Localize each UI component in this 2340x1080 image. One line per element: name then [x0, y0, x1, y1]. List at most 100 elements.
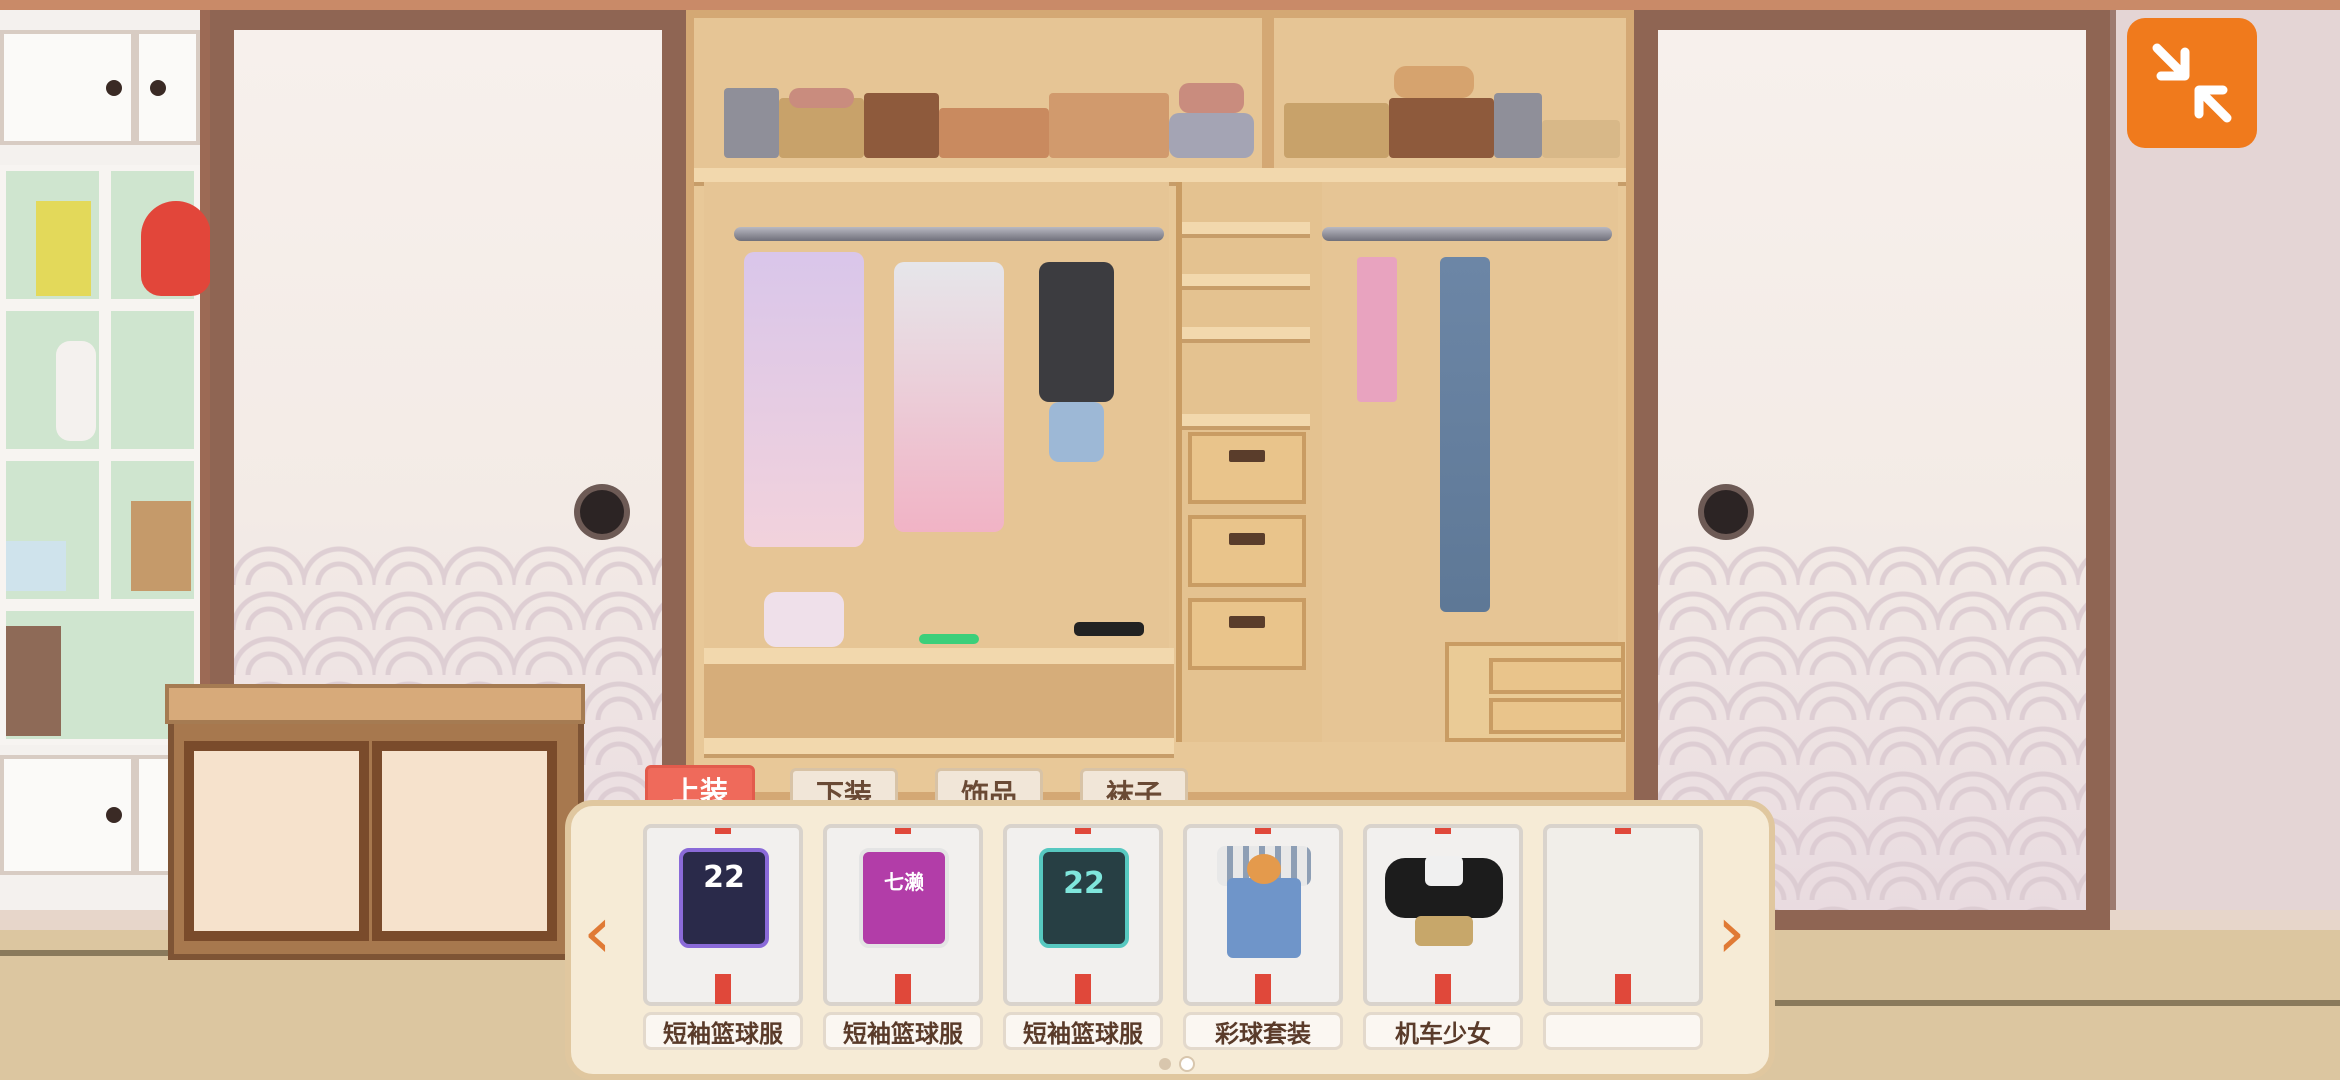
outfit-selection-panel: ‹ › 22 短袖篮球服 七濑 短袖篮球服 22 短袖篮球服 彩球套装 机车少女 [565, 800, 1775, 1080]
ribbon [1435, 828, 1451, 834]
prev-page-button[interactable]: ‹ [583, 896, 612, 968]
lolita-dress-decor [744, 252, 864, 547]
outfit-card[interactable]: 机车少女 [1363, 824, 1523, 1050]
page-dot[interactable] [1159, 1058, 1171, 1070]
drawer [1188, 515, 1306, 587]
outfit-name: 彩球套装 [1183, 1012, 1343, 1050]
denim-shorts-decor [1049, 402, 1104, 462]
outfit-name: 短袖篮球服 [823, 1012, 983, 1050]
clothes-rod [1322, 227, 1612, 241]
storage-box [1542, 120, 1620, 158]
jacket-outfit-decor [894, 262, 1004, 532]
shelf-cell [0, 165, 105, 305]
shelf-cabinet-door [135, 30, 200, 145]
outfit-name: 短袖篮球服 [643, 1012, 803, 1050]
ribbon [715, 974, 731, 1004]
cabinet-knob [106, 807, 122, 823]
shiba-face [1247, 854, 1281, 884]
storage-box [1284, 103, 1389, 158]
rabbit-figure-decor [56, 341, 96, 441]
door-handle [1704, 490, 1748, 534]
box-decor [6, 626, 61, 736]
clothes-rod [734, 227, 1164, 241]
empty-slot-icon [1543, 824, 1703, 1006]
lower-shelf [704, 664, 1174, 744]
outfit-thumbnail: 22 [643, 824, 803, 1006]
right-sliding-door-frame [1634, 10, 2110, 930]
basket [1179, 83, 1244, 113]
minimize-button[interactable] [2127, 18, 2257, 148]
outfit-thumbnail: 22 [1003, 824, 1163, 1006]
drawer-column [1176, 182, 1328, 742]
outfit-name: 短袖篮球服 [1003, 1012, 1163, 1050]
outfit-card[interactable]: 22 短袖篮球服 [643, 824, 803, 1050]
ribbon [1435, 974, 1451, 1004]
basket [1394, 66, 1474, 98]
daruma-doll-decor [141, 201, 211, 296]
ribbon [1615, 974, 1631, 1004]
door-handle [580, 490, 624, 534]
shelf-board [1182, 222, 1310, 238]
storage-box [724, 88, 779, 158]
drawer [1489, 698, 1625, 734]
outfit-thumbnail [1363, 824, 1523, 1006]
divider [1262, 18, 1274, 173]
jersey-number: 22 [1063, 866, 1105, 901]
shelf-cell [105, 305, 200, 455]
cabinet-door [184, 741, 369, 941]
hanging-section-right [1322, 182, 1625, 742]
black-top-decor [1039, 262, 1114, 402]
outfit-name [1543, 1012, 1703, 1050]
deer-figure-decor [131, 501, 191, 591]
drawer [1489, 658, 1625, 694]
low-cabinet-top [165, 684, 585, 724]
wardrobe [686, 10, 1634, 800]
outfit-thumbnail: 七濑 [823, 824, 983, 1006]
jeans-decor [1440, 257, 1490, 612]
shelf-cell [105, 165, 211, 305]
ribbon [895, 974, 911, 1004]
jersey-teal-icon: 22 [1039, 848, 1129, 948]
shelf-board [1182, 327, 1310, 343]
ribbon [1075, 974, 1091, 1004]
page-dot-active[interactable] [1179, 1056, 1195, 1072]
outfit-card[interactable]: 彩球套装 [1183, 824, 1343, 1050]
shorts [1415, 916, 1473, 946]
outfit-thumbnail [1183, 824, 1343, 1006]
cabinet-knob [106, 80, 122, 96]
drawer [1188, 432, 1306, 504]
shiba-overalls-icon [1227, 878, 1301, 958]
shelf-board [1182, 274, 1310, 290]
right-sliding-door [1658, 30, 2086, 910]
basket [789, 88, 854, 108]
outfit-card-empty[interactable] [1543, 824, 1703, 1050]
small-drawer-unit [1445, 642, 1625, 742]
chevron-right-icon: › [1717, 890, 1746, 974]
outfit-name: 机车少女 [1363, 1012, 1523, 1050]
ribbon [1075, 828, 1091, 834]
ribbon [1255, 828, 1271, 834]
cabinet-knob [150, 80, 166, 96]
ribbon [1615, 828, 1631, 834]
jersey-number: 22 [703, 860, 745, 895]
pink-skirt-decor [1357, 257, 1397, 402]
storage-box [1494, 93, 1542, 158]
accessory-decor [1074, 622, 1144, 636]
drawer-pull [1229, 533, 1265, 545]
outfit-card[interactable]: 七濑 短袖篮球服 [823, 824, 983, 1050]
jersey-purple-icon: 22 [679, 848, 769, 948]
chevron-left-icon: ‹ [583, 890, 612, 974]
jacket-collar [1425, 856, 1463, 886]
storage-box [864, 93, 939, 158]
hanging-section-left [704, 182, 1169, 662]
jersey-number: 七濑 [884, 870, 924, 894]
drawer [1188, 598, 1306, 670]
shelf-cell [0, 305, 105, 455]
cat-ears-decor [764, 592, 844, 647]
outfit-card[interactable]: 22 短袖篮球服 [1003, 824, 1163, 1050]
storage-box [1049, 93, 1169, 158]
low-cabinet [168, 685, 584, 960]
shelf-board [704, 738, 1174, 758]
storage-box [939, 108, 1049, 158]
next-page-button[interactable]: › [1717, 896, 1746, 968]
